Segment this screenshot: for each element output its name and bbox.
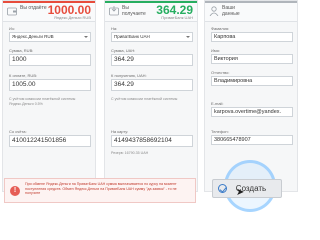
exchange-info-notice: ! При обмене Яндекс.Деньги на ПриватБанк… [4,178,196,203]
from-label: Из: [9,26,15,31]
give-currency: Яндекс.Деньги RUB [53,15,91,20]
give-panel: Вы отдаёте 1000.00 Яндекс.Деньги RUB Из:… [2,0,96,192]
user-data-header: Ваши данные [205,1,297,22]
warning-icon: ! [10,186,20,196]
surname-input[interactable]: Карпова [211,32,293,42]
user-data-accent-bar [205,1,297,3]
receive-currency: ПриватБанк UAH [161,15,193,20]
to-card-input[interactable]: 4149437858692104 [111,135,193,147]
receive-icon [109,6,119,16]
create-button[interactable]: Создать [212,179,282,198]
name-input[interactable]: Виктория [211,54,293,64]
receive-panel: Вы получаете 364.29 ПриватБанк UAH На: П… [104,0,198,192]
to-select[interactable]: ПриватБанк UAH [111,32,193,42]
user-icon [209,6,219,16]
to-card-label: На карту: [111,129,129,134]
receive-panel-header: Вы получаете 364.29 ПриватБанк UAH [105,1,197,22]
from-account-input[interactable]: 410012241501856 [9,135,91,147]
to-label: На: [111,26,118,31]
to-receive-input[interactable]: 364.29 [111,79,193,91]
to-select-value: ПриватБанк UAH [114,34,150,39]
patronymic-label: Отчество: [211,70,230,75]
email-label: E-mail: [211,101,224,106]
wallet-icon [7,7,17,16]
check-circle-icon [218,184,227,193]
patronymic-input[interactable]: Владимировна [211,76,293,86]
phone-label: Телефон: [211,129,229,134]
give-sum-input[interactable]: 1000 [9,54,91,66]
to-pay-input[interactable]: 1005.00 [9,79,91,91]
give-sum-label: Сумма, RUB: [9,48,34,53]
from-select-value: Яндекс.Деньги RUB [12,34,54,39]
receive-commission-note: С учётом комиссии платёжной системы [111,97,178,101]
to-pay-label: К оплате, RUB: [9,73,38,78]
receive-sum-label: Сумма, UAH: [111,48,136,53]
chevron-down-icon [186,36,190,38]
give-panel-header: Вы отдаёте 1000.00 Яндекс.Деньги RUB [3,1,95,22]
from-account-label: Со счёта: [9,129,27,134]
exchange-info-text: При обмене Яндекс.Деньги на ПриватБанк U… [25,182,177,196]
phone-input[interactable]: 380665478907 [211,135,293,145]
receive-panel-title: Вы получаете [122,5,146,17]
give-panel-title: Вы отдаёте [20,5,47,11]
surname-label: Фамилия: [211,26,230,31]
from-select[interactable]: Яндекс.Деньги RUB [9,32,91,42]
give-commission-note: С учётом комиссии платёжной системы Янде… [9,97,76,106]
email-input[interactable]: karpova.overtime@yandex. [211,107,293,117]
name-label: Имя: [211,48,220,53]
user-data-title: Ваши данные [222,5,240,17]
reserve-text: Резерв: 16790.35 UAH [111,151,149,155]
receive-sum-input[interactable]: 364.29 [111,54,193,66]
to-receive-label: К получению, UAH: [111,73,147,78]
mouse-cursor-icon: ➤ [236,187,245,198]
chevron-down-icon [84,36,88,38]
